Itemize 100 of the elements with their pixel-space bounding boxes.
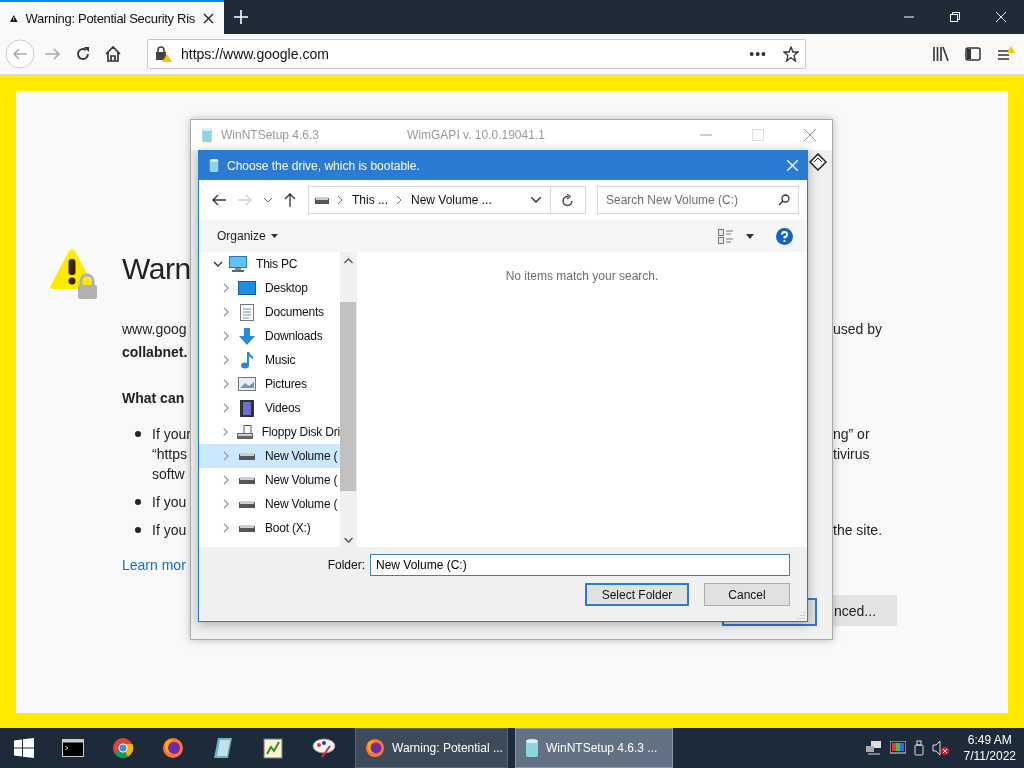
document-icon — [240, 303, 254, 321]
browser-tab[interactable]: Warning: Potential Security Ris — [0, 0, 224, 34]
tree-item[interactable]: Pictures — [199, 372, 340, 396]
resize-grip-icon[interactable] — [797, 611, 805, 619]
tree-item[interactable]: Boot (X:) — [199, 516, 340, 540]
chevron-icon — [338, 196, 343, 204]
collapse-chevron-icon[interactable] — [221, 475, 231, 485]
scroll-up-icon[interactable] — [343, 258, 353, 264]
page-actions-button[interactable]: ••• — [749, 46, 767, 62]
tree-item[interactable]: Floppy Disk Dri — [199, 420, 340, 444]
page-text: If you — [152, 493, 187, 512]
firefox-icon[interactable] — [162, 737, 184, 759]
caret-icon — [270, 234, 278, 238]
floppy-drive-icon — [236, 424, 253, 440]
search-field[interactable]: Search New Volume (C:) — [597, 186, 799, 214]
chrome-icon[interactable] — [112, 737, 134, 759]
page-text: www.goog — [122, 320, 187, 339]
usb-drive-icon[interactable] — [913, 740, 924, 756]
select-folder-button[interactable]: Select Folder — [585, 583, 689, 606]
dropdown-caret-icon[interactable] — [531, 197, 541, 203]
muted-speaker-icon[interactable] — [931, 740, 950, 756]
scrollbar[interactable] — [340, 252, 356, 547]
drive-icon — [239, 452, 255, 460]
scroll-down-icon[interactable] — [343, 537, 353, 543]
collapse-chevron-icon[interactable] — [221, 283, 231, 293]
tree-item[interactable]: New Volume ( — [199, 444, 340, 468]
advanced-button[interactable]: nced... — [833, 595, 897, 626]
page-text: “https — [152, 445, 187, 464]
dialog-title: Choose the drive, which is bootable. — [227, 158, 420, 173]
help-icon[interactable] — [776, 227, 793, 245]
expand-chevron-icon[interactable] — [213, 259, 223, 269]
star-icon[interactable] — [783, 46, 799, 62]
organize-button[interactable]: Organize — [211, 225, 284, 247]
collapse-chevron-icon[interactable] — [221, 403, 231, 413]
restore-icon[interactable] — [950, 12, 960, 22]
recent-caret-icon[interactable] — [264, 197, 272, 203]
tree-item[interactable]: This PC — [199, 252, 340, 276]
collapse-chevron-icon[interactable] — [221, 523, 231, 533]
refresh-icon[interactable] — [562, 193, 574, 207]
book-icon[interactable] — [212, 737, 234, 759]
collapse-chevron-icon[interactable] — [221, 307, 231, 317]
tree-item[interactable]: Desktop — [199, 276, 340, 300]
view-options-icon[interactable] — [718, 228, 734, 244]
page-heading: Warn — [122, 251, 191, 287]
drive-icon — [315, 196, 329, 204]
menu-icon[interactable] — [997, 46, 1015, 62]
page-text: collabnet. — [122, 343, 188, 362]
learn-more-link[interactable]: Learn mor — [122, 555, 186, 575]
tree-item[interactable]: Downloads — [199, 324, 340, 348]
network-icon[interactable] — [865, 741, 882, 755]
tree-item[interactable]: Documents — [199, 300, 340, 324]
insecure-lock-icon — [155, 46, 173, 62]
breadcrumb[interactable]: New Volume ... — [411, 193, 492, 207]
tree-item[interactable]: Music — [199, 348, 340, 372]
collapse-chevron-icon[interactable] — [221, 331, 231, 341]
collapse-chevron-icon[interactable] — [221, 355, 231, 365]
collapse-chevron-icon[interactable] — [221, 379, 231, 389]
up-icon[interactable] — [284, 193, 296, 207]
download-arrow-icon — [239, 327, 255, 345]
collapse-chevron-icon[interactable] — [221, 427, 230, 437]
computer-icon — [229, 256, 247, 272]
drive-icon — [239, 524, 255, 532]
home-icon[interactable] — [105, 46, 121, 62]
sidebar-icon[interactable] — [965, 47, 981, 61]
back-icon[interactable] — [212, 194, 226, 206]
bullet-icon — [135, 499, 141, 505]
cylinder-icon — [201, 127, 213, 143]
bullet-icon — [135, 431, 141, 437]
tree-item[interactable]: New Volume ( — [199, 492, 340, 516]
window-title: WinNTSetup 4.6.3 — [221, 128, 320, 142]
library-icon[interactable] — [933, 47, 949, 61]
warning-lock-icon — [47, 249, 97, 299]
page-text: ng” or — [833, 425, 870, 444]
folder-field[interactable]: New Volume (C:) — [370, 554, 790, 576]
taskbar-button[interactable]: Warning: Potential ... — [355, 728, 508, 768]
page-text: used by — [833, 320, 883, 339]
collapse-chevron-icon[interactable] — [221, 499, 231, 509]
close-tab-icon[interactable] — [203, 12, 214, 24]
scroll-thumb[interactable] — [340, 302, 356, 491]
display-icon[interactable] — [889, 741, 906, 755]
address-bar[interactable]: https://www.google.com ••• — [147, 39, 806, 69]
tree-item[interactable]: New Volume ( — [199, 468, 340, 492]
start-icon[interactable] — [14, 738, 34, 758]
clock-time[interactable]: 6:49 AM — [967, 732, 1012, 748]
paint-icon[interactable] — [312, 737, 336, 759]
cancel-button[interactable]: Cancel — [704, 583, 790, 606]
tree-item[interactable]: Videos — [199, 396, 340, 420]
new-tab-icon[interactable] — [234, 10, 248, 24]
address-box[interactable]: This ... New Volume ... — [308, 186, 586, 214]
folder-label: Folder: — [327, 558, 365, 572]
reload-icon[interactable] — [75, 46, 91, 62]
bullet-icon — [135, 527, 141, 533]
taskbar-button[interactable]: WinNTSetup 4.6.3 ... — [515, 728, 673, 768]
section-heading: What can — [122, 389, 185, 408]
cylinder-icon — [209, 158, 219, 173]
clock-date[interactable]: 7/11/2022 — [963, 748, 1016, 764]
notepad-icon[interactable] — [262, 737, 284, 759]
caret-icon[interactable] — [746, 233, 754, 239]
breadcrumb[interactable]: This ... — [352, 193, 388, 207]
terminal-icon[interactable] — [62, 739, 84, 757]
